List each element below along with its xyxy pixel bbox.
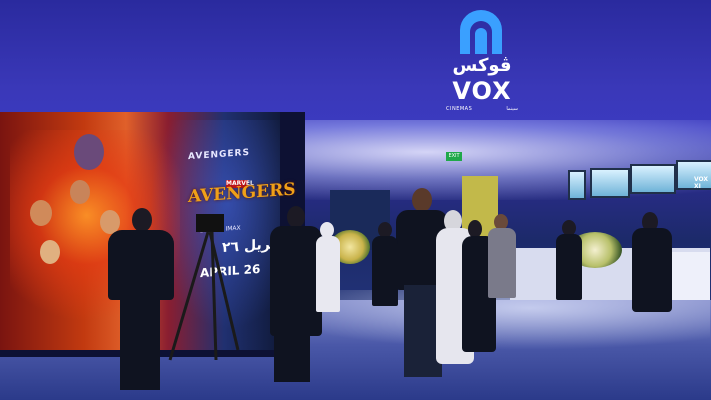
menu-screen bbox=[590, 168, 630, 198]
screen-label: VOX XI bbox=[694, 176, 709, 190]
poster-face bbox=[40, 240, 60, 264]
poster-face bbox=[30, 200, 52, 226]
exit-sign: EXIT bbox=[446, 152, 462, 161]
vox-arch-icon bbox=[460, 10, 502, 54]
poster-face bbox=[70, 180, 90, 204]
logo-sub-left: CINEMAS bbox=[446, 106, 473, 112]
vox-logo: ڤوكس VOX CINEMAS سينما bbox=[442, 10, 522, 116]
poster-face bbox=[74, 134, 104, 170]
menu-screen bbox=[568, 170, 586, 200]
cinema-lobby-scene: EXIT VOX XI ڤوكس VOX CINEMAS سينما AVENG… bbox=[0, 0, 711, 400]
menu-screen bbox=[630, 164, 676, 194]
logo-name: VOX bbox=[452, 77, 512, 105]
logo-arabic-name: ڤوكس bbox=[452, 55, 512, 76]
logo-subtitle: CINEMAS سينما bbox=[446, 106, 518, 112]
logo-sub-right: سينما bbox=[506, 106, 518, 112]
